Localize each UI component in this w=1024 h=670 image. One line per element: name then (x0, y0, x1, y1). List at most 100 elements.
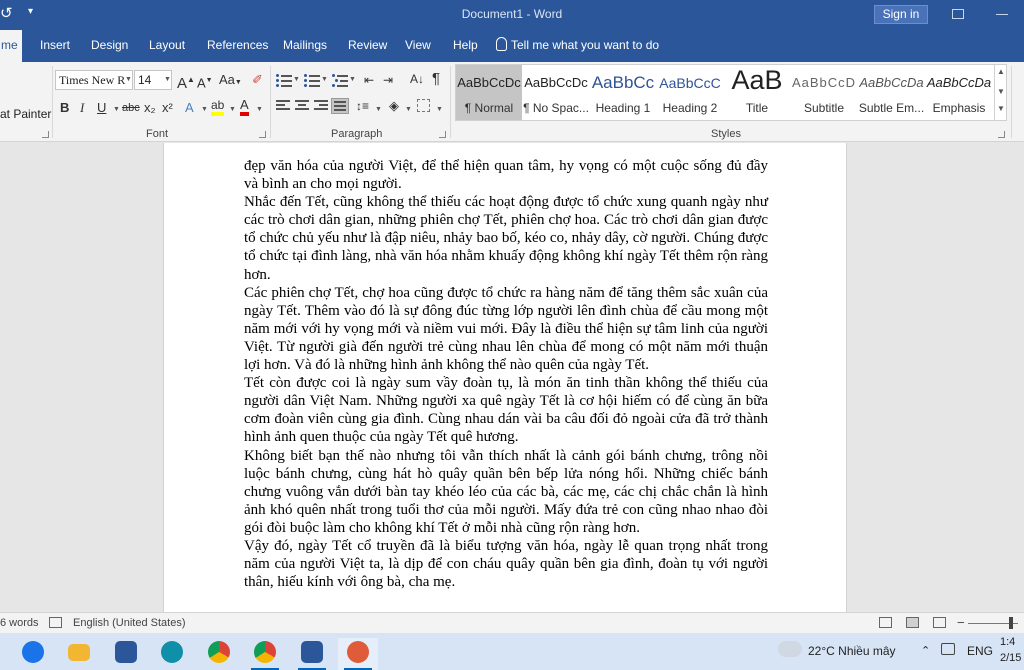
clear-formatting-icon[interactable]: ✐ (252, 72, 263, 88)
tab-review[interactable]: Review (348, 38, 387, 52)
multilevel-dropdown-icon[interactable]: ▼ (349, 76, 356, 83)
font-dialog-launcher-icon[interactable] (259, 131, 266, 138)
style-heading-2[interactable]: AaBbCcC Heading 2 (657, 65, 723, 120)
borders-icon[interactable] (417, 99, 430, 112)
tab-help[interactable]: Help (453, 38, 478, 52)
superscript-button[interactable]: x² (162, 100, 173, 116)
shading-icon[interactable]: ◈ (389, 98, 399, 114)
read-mode-icon[interactable] (879, 617, 892, 628)
web-layout-icon[interactable] (933, 617, 946, 628)
tab-insert[interactable]: Insert (40, 38, 70, 52)
font-name-dropdown-icon[interactable]: ▼ (125, 76, 132, 83)
style-title[interactable]: AaB Title (724, 65, 790, 120)
minimize-icon[interactable] (996, 14, 1008, 15)
style-emphasis[interactable]: AaBbCcDa Emphasis (926, 65, 992, 120)
change-case-button[interactable]: Aa▼ (219, 72, 242, 91)
justify-icon[interactable] (331, 98, 349, 114)
network-icon[interactable] (941, 643, 955, 655)
taskbar-zalo[interactable] (13, 638, 53, 670)
taskbar-word[interactable] (292, 638, 332, 670)
italic-button[interactable]: I (80, 100, 84, 116)
chevron-down-icon[interactable]: ▼ (995, 87, 1007, 96)
zoom-thumb[interactable] (1009, 617, 1013, 629)
show-formatting-marks-icon[interactable]: ¶ (432, 71, 440, 87)
taskbar-edge[interactable] (152, 638, 192, 670)
tab-mailings[interactable]: Mailings (283, 38, 327, 52)
proofing-icon[interactable] (49, 617, 62, 628)
grow-font-icon[interactable]: A▲ (177, 72, 195, 92)
shading-dropdown-icon[interactable]: ▼ (405, 106, 412, 113)
align-right-icon[interactable] (314, 100, 328, 112)
tab-references[interactable]: References (207, 38, 268, 52)
decrease-indent-icon[interactable]: ⇤ (364, 72, 374, 88)
underline-button[interactable]: U (97, 100, 106, 116)
taskbar-chrome[interactable] (199, 638, 239, 670)
style-subtle-emphasis[interactable]: AaBbCcDa Subtle Em... (858, 65, 925, 120)
text-effects-button[interactable]: A (185, 100, 194, 116)
taskbar-chrome-profile[interactable] (245, 638, 285, 670)
taskbar-snipping-tool[interactable] (338, 638, 378, 670)
word-count[interactable]: 6 words (0, 617, 39, 629)
bold-button[interactable]: B (60, 100, 69, 116)
tab-home[interactable]: me (0, 30, 22, 62)
subscript-button[interactable]: x₂ (144, 100, 156, 116)
font-color-button[interactable]: A (240, 98, 249, 116)
increase-indent-icon[interactable]: ⇥ (383, 72, 393, 88)
text-effects-dropdown-icon[interactable]: ▼ (201, 106, 208, 113)
document-page[interactable]: đẹp văn hóa của người Việt, để thể hiện … (163, 143, 847, 612)
taskbar-file-explorer[interactable] (59, 638, 99, 670)
paragraph[interactable]: Nhắc đến Tết, cũng không thể thiếu các h… (244, 193, 768, 283)
tell-me-search[interactable]: Tell me what you want to do (496, 37, 659, 52)
font-color-dropdown-icon[interactable]: ▼ (256, 106, 263, 113)
language-indicator[interactable]: English (United States) (73, 617, 186, 629)
tab-view[interactable]: View (405, 38, 431, 52)
numbering-dropdown-icon[interactable]: ▼ (321, 76, 328, 83)
paragraph[interactable]: Không biết bạn thế nào nhưng tôi vẫn thí… (244, 447, 768, 537)
strikethrough-button[interactable]: abc (122, 100, 140, 116)
paragraph[interactable]: Tết còn được coi là ngày sum vầy đoàn tụ… (244, 374, 768, 446)
style-subtitle[interactable]: AaBbCcD Subtitle (791, 65, 857, 120)
document-body[interactable]: đẹp văn hóa của người Việt, để thể hiện … (244, 157, 768, 591)
format-painter-button[interactable]: at Painter (0, 107, 51, 121)
cloud-icon[interactable] (778, 641, 802, 657)
line-spacing-icon[interactable]: ↕≡ (356, 98, 369, 114)
highlight-dropdown-icon[interactable]: ▼ (229, 106, 236, 113)
paragraph-dialog-launcher-icon[interactable] (439, 131, 446, 138)
show-hidden-icons-icon[interactable]: ⌃ (921, 644, 930, 657)
weather-text[interactable]: 22°C Nhiều mây (808, 644, 896, 658)
taskbar-store[interactable] (106, 638, 146, 670)
style-heading-1[interactable]: AaBbCc Heading 1 (590, 65, 656, 120)
styles-dialog-launcher-icon[interactable] (998, 131, 1005, 138)
font-size-dropdown-icon[interactable]: ▼ (164, 76, 171, 83)
font-name-box[interactable]: Times New R (55, 70, 133, 90)
highlight-button[interactable]: ab (211, 98, 225, 116)
ribbon-display-options-icon[interactable] (952, 9, 964, 19)
paragraph[interactable]: Các phiên chợ Tết, chợ hoa cũng được tổ … (244, 284, 768, 374)
tab-layout[interactable]: Layout (149, 38, 185, 52)
line-spacing-dropdown-icon[interactable]: ▼ (375, 106, 382, 113)
style-normal[interactable]: AaBbCcDc ¶ Normal (456, 65, 522, 120)
zoom-out-icon[interactable]: − (957, 615, 965, 630)
underline-dropdown-icon[interactable]: ▼ (113, 106, 120, 113)
clock-date[interactable]: 2/15 (1000, 652, 1021, 664)
styles-scrollbar[interactable]: ▲ ▼ ▼ (994, 64, 1007, 121)
paragraph[interactable]: Vậy đó, ngày Tết cổ truyền đã là biểu tư… (244, 537, 768, 591)
sign-in-button[interactable]: Sign in (874, 5, 928, 24)
print-layout-icon[interactable] (906, 617, 919, 628)
bullets-dropdown-icon[interactable]: ▼ (293, 76, 300, 83)
align-left-icon[interactable] (276, 100, 290, 112)
shrink-font-icon[interactable]: A▼ (197, 73, 213, 91)
sort-icon[interactable]: A↓ (410, 71, 424, 87)
multilevel-list-icon[interactable] (332, 73, 348, 87)
paragraph[interactable]: đẹp văn hóa của người Việt, để thể hiện … (244, 157, 768, 193)
align-center-icon[interactable] (295, 100, 309, 112)
more-styles-icon[interactable]: ▼ (995, 104, 1007, 113)
chevron-up-icon[interactable]: ▲ (995, 67, 1007, 76)
style-no-spacing[interactable]: AaBbCcDc ¶ No Spac... (523, 65, 589, 120)
input-language[interactable]: ENG (967, 644, 993, 658)
numbering-icon[interactable] (304, 73, 320, 87)
tab-design[interactable]: Design (91, 38, 128, 52)
bullets-icon[interactable] (276, 73, 292, 87)
clipboard-dialog-launcher-icon[interactable] (42, 131, 49, 138)
borders-dropdown-icon[interactable]: ▼ (436, 106, 443, 113)
